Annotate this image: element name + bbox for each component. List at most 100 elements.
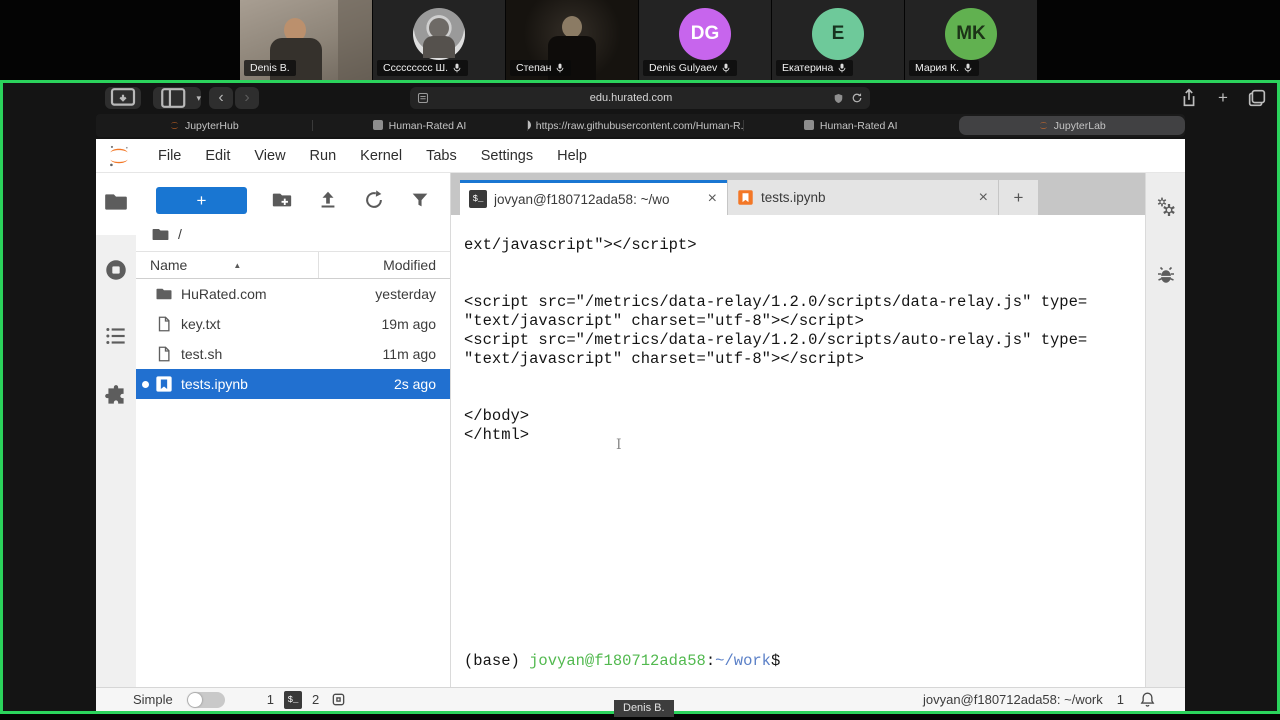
upload-icon[interactable] [317,189,339,211]
participants-strip: Denis B. Ccccccccc Ш. Степан DG Denis Gu… [240,0,1040,80]
site-favicon [373,120,384,131]
prompt-separator: : [706,652,715,670]
privacy-shield-icon[interactable] [833,93,844,104]
screen: Denis B. Ccccccccc Ш. Степан DG Denis Gu… [0,0,1280,720]
tab-notebook[interactable]: tests.ipynb [728,180,998,215]
participant-tile-maria[interactable]: MK Мария К. [905,0,1037,80]
close-icon[interactable] [979,190,988,206]
participant-tile-denis-b[interactable]: Denis B. [240,0,372,80]
mic-icon [837,63,847,73]
menu-file[interactable]: File [146,148,193,164]
tab-label: jovyan@f180712ada58: ~/wo [494,192,701,207]
reader-icon[interactable] [417,92,429,104]
file-row[interactable]: key.txt 19m ago [136,309,450,339]
document-tabbar: $_ jovyan@f180712ada58: ~/wo tests.ipynb [451,173,1145,215]
sort-ascending-icon[interactable]: ▲ [233,261,241,270]
file-browser-panel: + [136,173,451,687]
bell-icon[interactable] [1138,690,1157,709]
file-name: tests.ipynb [181,376,326,392]
terminal-line: "text/javascript" charset="utf-8"></scri… [464,312,1137,331]
terminals-count[interactable]: 1 [257,692,284,707]
menu-kernel[interactable]: Kernel [348,148,414,164]
terminal-icon: $_ [469,190,487,208]
back-button[interactable]: ‹ [209,87,233,109]
file-row[interactable]: HuRated.com yesterday [136,279,450,309]
forward-button[interactable]: › [235,87,259,109]
running-kernels-icon[interactable] [103,257,129,283]
mic-icon [452,63,462,73]
browser-tab-label: https://raw.githubusercontent.com/Human-… [536,120,743,132]
extension-manager-icon[interactable] [103,383,129,409]
notifications-count[interactable]: 1 [1117,692,1124,707]
breadcrumb-root[interactable]: / [178,226,182,242]
tab-terminal[interactable]: $_ jovyan@f180712ada58: ~/wo [460,180,727,215]
terminal-icon[interactable]: $_ [284,691,302,709]
participant-name-badge: Denis B. [244,60,296,76]
browser-tab-human-rated-2[interactable]: Human-Rated AI [743,116,959,135]
new-folder-icon[interactable] [271,189,293,211]
terminal-line [464,369,1137,388]
kernels-count[interactable]: 2 [302,692,329,707]
participant-name: Ccccccccc Ш. [383,62,448,74]
menu-run[interactable]: Run [298,148,349,164]
file-row-selected[interactable]: tests.ipynb 2s ago [136,369,450,399]
participant-tile-stepan[interactable]: Степан [506,0,638,80]
participant-tile-ccc[interactable]: Ccccccccc Ш. [373,0,505,80]
terminal-line: "text/javascript" charset="utf-8"></scri… [464,350,1137,369]
file-modified: 11m ago [326,346,436,362]
prompt-env: (base) [464,652,529,670]
mic-icon [555,63,565,73]
menu-edit[interactable]: Edit [193,148,242,164]
debugger-bug-icon[interactable] [1154,263,1178,287]
participant-tile-denis-gulyaev[interactable]: DG Denis Gulyaev [639,0,771,80]
participant-tile-ekaterina[interactable]: E Екатерина [772,0,904,80]
browser-tab-jupyterlab-active[interactable]: JupyterLab [959,116,1185,135]
menu-settings[interactable]: Settings [469,148,545,164]
menu-tabs[interactable]: Tabs [414,148,469,164]
table-of-contents-icon[interactable] [103,323,129,349]
refresh-icon[interactable] [363,189,385,211]
address-bar[interactable]: edu.hurated.com [410,87,870,109]
active-speaker-badge: Denis B. [614,700,674,717]
participant-name-badge: Ccccccccc Ш. [377,60,468,76]
terminal-line [464,388,1137,407]
kernel-chip-icon[interactable] [329,690,348,709]
new-tab-icon[interactable]: + [1211,87,1235,109]
address-text[interactable]: edu.hurated.com [436,92,826,104]
column-name[interactable]: Name [150,257,187,273]
file-list-header: Name ▲ Modified [136,251,450,279]
add-tab-button[interactable] [999,180,1038,215]
new-launcher-button[interactable]: + [156,187,247,214]
menubar: File Edit View Run Kernel Tabs Settings … [96,139,1185,173]
file-row[interactable]: test.sh 11m ago [136,339,450,369]
avatar: DG [679,8,731,60]
file-modified: 2s ago [326,376,436,392]
file-browser-icon[interactable] [103,189,129,215]
github-favicon [527,120,531,131]
browser-tab-human-rated-1[interactable]: Human-Rated AI [312,116,528,135]
screen-share-indicator-button[interactable] [105,87,141,109]
browser-tab-jupyterhub[interactable]: JupyterHub [96,116,312,135]
close-icon[interactable] [708,191,717,207]
tab-overview-icon[interactable] [1245,87,1269,109]
participant-name-badge: Denis Gulyaev [643,60,737,76]
property-inspector-icon[interactable] [1154,195,1178,219]
menu-help[interactable]: Help [545,148,599,164]
simple-mode-toggle[interactable] [187,692,225,708]
share-icon[interactable] [1177,87,1201,109]
filter-icon[interactable] [409,189,431,211]
avatar: E [812,8,864,60]
jupyter-favicon [169,120,180,131]
reload-icon[interactable] [851,92,863,104]
browser-tab-raw-github[interactable]: https://raw.githubusercontent.com/Human-… [527,116,743,135]
sidebar-toggle-button[interactable]: ▾ [153,87,201,109]
browser-tab-label: Human-Rated AI [389,120,467,132]
screen-share-region: ▾ ‹ › edu.hurated.com [0,80,1280,714]
menu-view[interactable]: View [242,148,297,164]
folder-icon[interactable] [151,225,170,244]
file-modified: yesterday [326,286,436,302]
column-modified[interactable]: Modified [318,252,436,278]
terminal-output[interactable]: ext/javascript"></script> <script src="/… [451,215,1145,687]
participant-name: Степан [516,62,551,74]
prompt-symbol: $ [771,652,780,670]
